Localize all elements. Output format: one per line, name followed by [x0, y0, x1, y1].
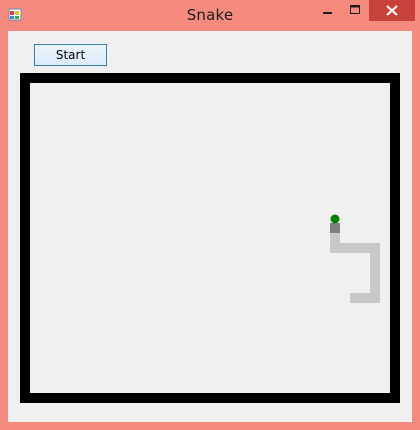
minimize-icon — [323, 12, 332, 14]
game-board[interactable] — [20, 73, 400, 403]
client-area: Start — [8, 31, 412, 422]
close-icon — [386, 5, 398, 16]
snake-body-segment — [350, 293, 380, 303]
minimize-button[interactable] — [314, 0, 342, 21]
maximize-icon — [350, 5, 360, 14]
food-pellet — [330, 214, 340, 224]
game-canvas — [330, 214, 380, 303]
maximize-button[interactable] — [342, 0, 368, 21]
game-window: Snake Start — [0, 0, 420, 430]
start-button[interactable]: Start — [34, 44, 107, 66]
snake-head — [330, 223, 340, 233]
title-bar[interactable]: Snake — [0, 0, 420, 31]
close-button[interactable] — [369, 0, 415, 21]
